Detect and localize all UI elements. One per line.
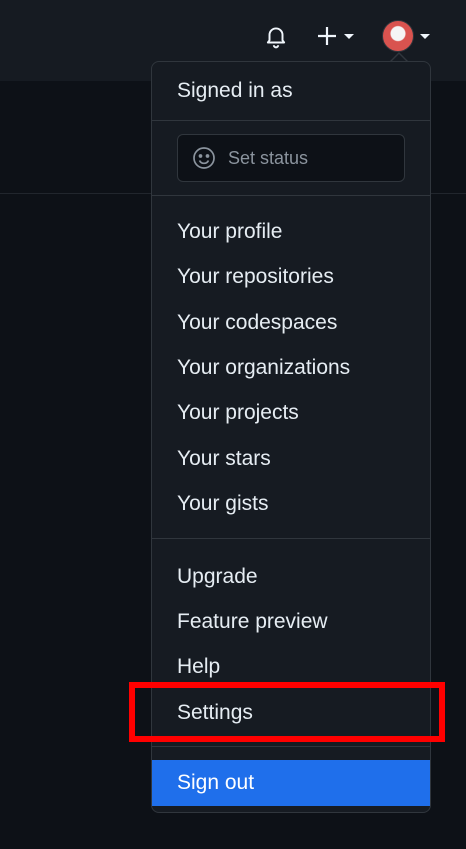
menu-item-your-profile[interactable]: Your profile <box>152 213 430 251</box>
menu-item-sign-out[interactable]: Sign out <box>152 760 430 806</box>
settings-highlight-box <box>129 682 445 742</box>
avatar <box>382 20 414 52</box>
user-menu-button[interactable] <box>380 18 432 54</box>
menu-divider <box>152 538 430 539</box>
create-new-button[interactable] <box>312 22 358 50</box>
menu-item-your-gists[interactable]: Your gists <box>152 485 430 523</box>
menu-item-your-repositories[interactable]: Your repositories <box>152 258 430 296</box>
menu-divider <box>152 120 430 121</box>
menu-item-help[interactable]: Help <box>152 648 430 686</box>
menu-divider <box>152 746 430 747</box>
menu-item-your-codespaces[interactable]: Your codespaces <box>152 304 430 342</box>
bell-icon[interactable] <box>262 22 290 50</box>
menu-item-your-stars[interactable]: Your stars <box>152 440 430 478</box>
chevron-down-icon <box>344 33 354 39</box>
chevron-down-icon <box>420 33 430 39</box>
plus-icon <box>318 27 336 45</box>
set-status-button[interactable]: Set status <box>177 134 405 182</box>
menu-divider <box>152 195 430 196</box>
menu-item-your-projects[interactable]: Your projects <box>152 394 430 432</box>
signed-in-label: Signed in as <box>177 79 293 102</box>
menu-item-upgrade[interactable]: Upgrade <box>152 558 430 596</box>
menu-item-your-organizations[interactable]: Your organizations <box>152 349 430 387</box>
smiley-icon <box>193 147 215 169</box>
set-status-label: Set status <box>228 147 309 168</box>
menu-item-feature-preview[interactable]: Feature preview <box>152 603 430 641</box>
